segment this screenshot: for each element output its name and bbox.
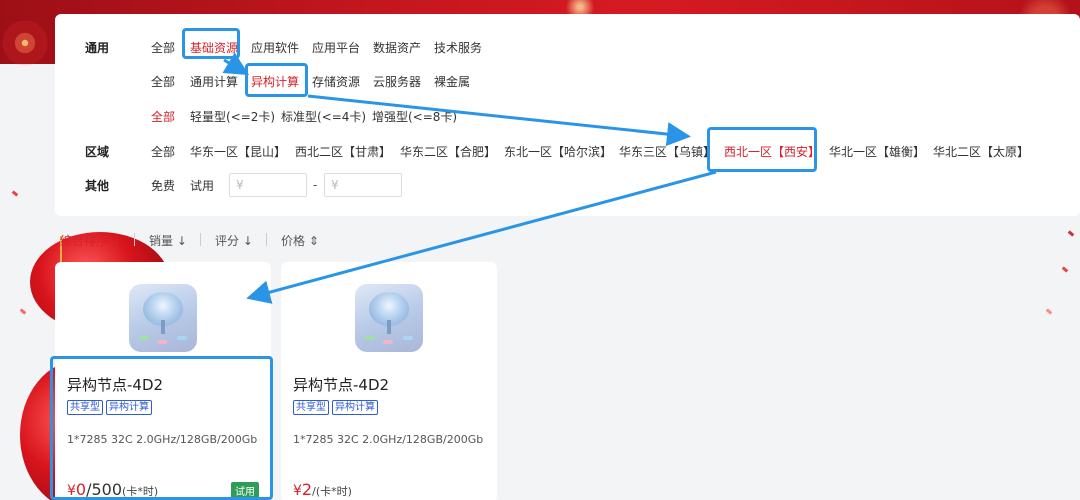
filter-option-all[interactable]: 全部 <box>151 39 175 56</box>
confetti <box>1067 230 1075 237</box>
highlight-box <box>182 28 240 59</box>
filter-option-app-platform[interactable]: 应用平台 <box>312 39 360 56</box>
product-title[interactable]: 异构节点-4D2 <box>293 374 389 395</box>
filter-option-all[interactable]: 全部 <box>151 108 175 125</box>
confetti <box>11 190 19 197</box>
sort-divider <box>134 233 135 246</box>
filter-row-region: 区域 全部 华东一区【昆山】 西北二区【甘肃】 华东二区【合肥】 东北一区【哈尔… <box>55 140 1080 162</box>
highlight-box <box>707 127 817 172</box>
confetti <box>19 308 27 315</box>
confetti <box>1061 266 1069 273</box>
filter-option-app-software[interactable]: 应用软件 <box>251 39 299 56</box>
product-image <box>129 284 197 352</box>
filter-option-enhanced[interactable]: 增强型(<=8卡) <box>372 108 457 125</box>
region-option-east1-kunshan[interactable]: 华东一区【昆山】 <box>190 143 286 160</box>
filter-label-region: 区域 <box>85 144 110 159</box>
filter-option-lightweight[interactable]: 轻量型(<=2卡) <box>190 108 275 125</box>
product-tags: 共享型 异构计算 <box>293 400 378 415</box>
price-currency: ¥ <box>293 483 302 499</box>
filter-option-tech-services[interactable]: 技术服务 <box>434 39 482 56</box>
filter-option-cloud-server[interactable]: 云服务器 <box>373 73 421 90</box>
filter-option-standard[interactable]: 标准型(<=4卡) <box>281 108 366 125</box>
price-max-input[interactable]: ¥ <box>324 173 402 197</box>
filter-option-bare-metal[interactable]: 裸金属 <box>434 73 470 90</box>
sort-sales[interactable]: 销量 ↓ <box>149 232 187 249</box>
price-unit: (卡*时) <box>315 485 352 498</box>
region-option-north2-taiyuan[interactable]: 华北二区【太原】 <box>933 143 1029 160</box>
filter-row-other: 其他 免费 试用 ¥ - ¥ <box>55 173 1080 197</box>
sort-composite[interactable]: 综合排序 ↓ <box>60 232 122 249</box>
region-option-north1-xiongheng[interactable]: 华北一区【雄衡】 <box>829 143 925 160</box>
filter-option-free[interactable]: 免费 <box>151 177 175 194</box>
filter-option-all[interactable]: 全部 <box>151 73 175 90</box>
sort-divider <box>266 233 267 246</box>
region-option-northwest2-gansu[interactable]: 西北二区【甘肃】 <box>295 143 391 160</box>
highlight-box <box>50 356 273 500</box>
product-spec: 1*7285 32C 2.0GHz/128GB/200Gb <box>293 433 484 446</box>
filter-option-general-compute[interactable]: 通用计算 <box>190 73 238 90</box>
tag-heterogeneous: 异构计算 <box>332 400 378 415</box>
filter-option-trial[interactable]: 试用 <box>190 177 214 194</box>
price-range-dash: - <box>313 178 318 192</box>
filter-option-storage[interactable]: 存储资源 <box>312 73 360 90</box>
filter-row-subcategory: 全部 通用计算 异构计算 存储资源 云服务器 裸金属 <box>55 70 1080 92</box>
region-option-all[interactable]: 全部 <box>151 143 175 160</box>
product-price: ¥2/(卡*时) <box>293 480 352 499</box>
sort-price[interactable]: 价格 ⇕ <box>281 232 319 249</box>
highlight-box <box>245 63 308 97</box>
tag-shared: 共享型 <box>293 400 329 415</box>
filter-row-type: 全部 轻量型(<=2卡) 标准型(<=4卡) 增强型(<=8卡) <box>55 105 1080 127</box>
sort-divider <box>200 233 201 246</box>
region-option-east2-hefei[interactable]: 华东二区【合肥】 <box>400 143 496 160</box>
filter-option-data-assets[interactable]: 数据资产 <box>373 39 421 56</box>
region-option-northeast1-harbin[interactable]: 东北一区【哈尔滨】 <box>504 143 612 160</box>
price-value: 2 <box>301 480 313 499</box>
sort-rating[interactable]: 评分 ↓ <box>215 232 253 249</box>
product-image <box>355 284 423 352</box>
confetti <box>1045 308 1053 315</box>
filter-label-general: 通用 <box>85 40 110 55</box>
product-card[interactable]: 异构节点-4D2 共享型 异构计算 1*7285 32C 2.0GHz/128G… <box>281 262 497 500</box>
region-option-east3-wuzhen[interactable]: 华东三区【乌镇】 <box>619 143 715 160</box>
filter-label-other: 其他 <box>85 178 110 193</box>
price-min-input[interactable]: ¥ <box>229 173 307 197</box>
